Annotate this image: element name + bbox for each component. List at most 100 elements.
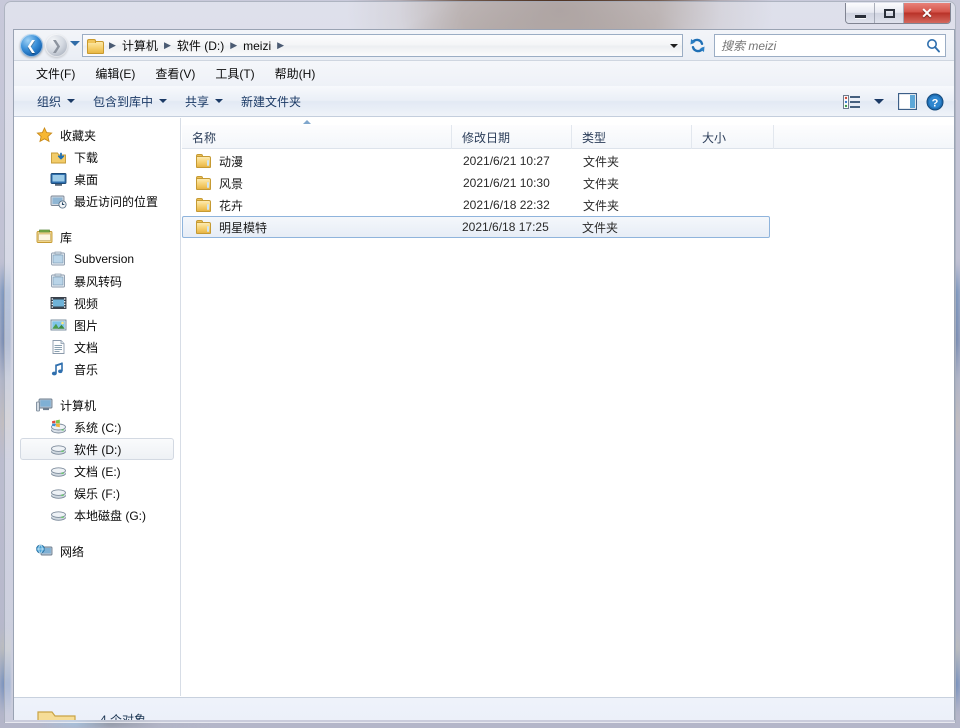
cell-type: 文件夹: [583, 154, 620, 169]
share-with-button[interactable]: 共享: [176, 89, 232, 114]
change-view-dropdown[interactable]: [866, 90, 892, 114]
column-headers: 名称 修改日期 类型 大小: [182, 125, 954, 149]
breadcrumb-item-0[interactable]: 计算机: [120, 37, 160, 54]
breadcrumb-separator-1[interactable]: ▶: [160, 40, 175, 51]
recent-places-icon: [50, 195, 67, 209]
file-list-pane[interactable]: 名称 修改日期 类型 大小 动漫 2021/6/21 10:27 文件夹 风景 …: [182, 118, 954, 696]
breadcrumb-separator-2[interactable]: ▶: [226, 40, 241, 51]
menu-item-help[interactable]: 帮助(H): [265, 62, 326, 85]
sidebar-label-computer: 计算机: [60, 398, 97, 413]
menu-item-edit[interactable]: 编辑(E): [85, 62, 145, 85]
column-header-name[interactable]: 名称: [182, 125, 452, 149]
sidebar-label-libraries: 库: [60, 230, 73, 245]
sidebar-item-favorites[interactable]: 收藏夹: [14, 124, 180, 146]
title-bar[interactable]: ✕: [8, 2, 960, 29]
drive-icon: [51, 445, 66, 455]
sidebar-item-subversion[interactable]: Subversion: [14, 248, 180, 270]
cell-name: 花卉: [183, 197, 453, 214]
address-bar[interactable]: ▶ 计算机 ▶ 软件 (D:) ▶ meizi ▶: [82, 34, 683, 57]
sidebar-label-drive-f: 娱乐 (F:): [74, 486, 120, 501]
forward-arrow-icon: ❯: [51, 38, 62, 53]
breadcrumb-separator-0[interactable]: ▶: [105, 40, 120, 51]
share-with-label: 共享: [185, 94, 210, 109]
include-in-library-button[interactable]: 包含到库中: [84, 89, 176, 114]
show-preview-pane-button[interactable]: [894, 90, 920, 114]
search-icon[interactable]: [921, 38, 945, 53]
sidebar-label-network: 网络: [60, 544, 85, 559]
file-rows: 动漫 2021/6/21 10:27 文件夹 风景 2021/6/21 10:3…: [182, 150, 954, 238]
back-button[interactable]: ❮: [20, 34, 43, 57]
search-box[interactable]: [714, 34, 946, 57]
menu-item-file[interactable]: 文件(F): [26, 62, 85, 85]
breadcrumb-separator-3[interactable]: ▶: [273, 40, 288, 51]
sidebar-item-documents[interactable]: 文档: [14, 336, 180, 358]
desktop-icon: [50, 173, 67, 186]
menu-label-file: 文件(F): [36, 67, 76, 81]
close-button[interactable]: ✕: [904, 3, 950, 23]
table-row[interactable]: 动漫 2021/6/21 10:27 文件夹: [182, 150, 954, 172]
column-label-type: 类型: [582, 130, 607, 145]
breadcrumb-item-1[interactable]: 软件 (D:): [175, 37, 226, 54]
sidebar-item-libraries[interactable]: 库: [14, 226, 180, 248]
cell-date: 2021/6/21 10:30: [463, 176, 550, 190]
nav-group-libraries: 库 Subversion 暴风转码 视频 图片 文档 音乐: [14, 226, 180, 380]
nav-group-network: 网络: [14, 540, 180, 562]
pictures-icon: [50, 319, 67, 331]
computer-folder-icon: [87, 38, 104, 54]
sidebar-item-network[interactable]: 网络: [14, 540, 180, 562]
recent-pages-dropdown-icon[interactable]: [70, 41, 80, 46]
folder-icon: [196, 220, 212, 234]
minimize-button[interactable]: [846, 3, 875, 23]
organize-button[interactable]: 组织: [28, 89, 84, 114]
menu-item-tools[interactable]: 工具(T): [205, 62, 264, 85]
table-row[interactable]: 花卉 2021/6/18 22:32 文件夹: [182, 194, 954, 216]
sidebar-item-drive-g[interactable]: 本地磁盘 (G:): [14, 504, 180, 526]
maximize-button[interactable]: [875, 3, 904, 23]
explorer-window: ✕ ❮ ❯ ▶ 计算机 ▶ 软件 (D:) ▶ meizi ▶ 搜索 meizi…: [4, 1, 956, 723]
open-folder-icon: [37, 711, 76, 720]
sidebar-item-recent-places[interactable]: 最近访问的位置: [14, 190, 180, 212]
sidebar-item-drive-f[interactable]: 娱乐 (F:): [14, 482, 180, 504]
sidebar-item-drive-e[interactable]: 文档 (E:): [14, 460, 180, 482]
sidebar-label-desktop: 桌面: [74, 172, 99, 187]
menu-label-help: 帮助(H): [274, 67, 316, 81]
file-name-label: 动漫: [219, 154, 244, 169]
forward-button[interactable]: ❯: [45, 34, 68, 57]
table-row[interactable]: 明星模特 2021/6/18 17:25 文件夹: [182, 216, 770, 238]
include-in-library-label: 包含到库中: [93, 94, 154, 109]
sidebar-item-desktop[interactable]: 桌面: [14, 168, 180, 190]
breadcrumb: ▶ 计算机 ▶ 软件 (D:) ▶ meizi ▶: [83, 37, 665, 54]
sidebar-item-pictures[interactable]: 图片: [14, 314, 180, 336]
sidebar-item-music[interactable]: 音乐: [14, 358, 180, 380]
folder-icon: [196, 198, 212, 212]
sidebar-item-drive-d[interactable]: 软件 (D:): [20, 438, 174, 460]
new-folder-button[interactable]: 新建文件夹: [232, 89, 310, 114]
sidebar-item-drive-c[interactable]: 系统 (C:): [14, 416, 180, 438]
sidebar-label-drive-e: 文档 (E:): [74, 464, 121, 479]
table-row[interactable]: 风景 2021/6/21 10:30 文件夹: [182, 172, 954, 194]
chevron-down-icon: [159, 99, 168, 103]
sidebar-label-pictures: 图片: [74, 318, 99, 333]
column-header-type[interactable]: 类型: [572, 125, 692, 149]
navigation-pane[interactable]: 收藏夹 下载 桌面 最近访问的位置 库 Subversion 暴风转码 视频 图…: [14, 118, 181, 696]
library-icon: [51, 251, 65, 266]
breadcrumb-item-2[interactable]: meizi: [241, 39, 273, 53]
cell-type: 文件夹: [583, 176, 620, 191]
sidebar-item-downloads[interactable]: 下载: [14, 146, 180, 168]
menu-item-view[interactable]: 查看(V): [145, 62, 205, 85]
chevron-down-icon: [669, 43, 678, 48]
downloads-icon: [51, 152, 66, 164]
file-name-label: 风景: [219, 176, 244, 191]
column-header-date-modified[interactable]: 修改日期: [452, 125, 572, 149]
svg-text:?: ?: [932, 97, 939, 109]
help-button[interactable]: ?: [922, 90, 948, 114]
search-input[interactable]: [715, 37, 921, 54]
column-header-size[interactable]: 大小: [692, 125, 774, 149]
change-view-button[interactable]: [838, 90, 864, 114]
menu-label-view: 查看(V): [155, 67, 196, 81]
sidebar-item-videos[interactable]: 视频: [14, 292, 180, 314]
refresh-button[interactable]: [686, 34, 709, 57]
sidebar-item-computer[interactable]: 计算机: [14, 394, 180, 416]
sidebar-item-baofeng[interactable]: 暴风转码: [14, 270, 180, 292]
address-dropdown-button[interactable]: [665, 35, 682, 56]
